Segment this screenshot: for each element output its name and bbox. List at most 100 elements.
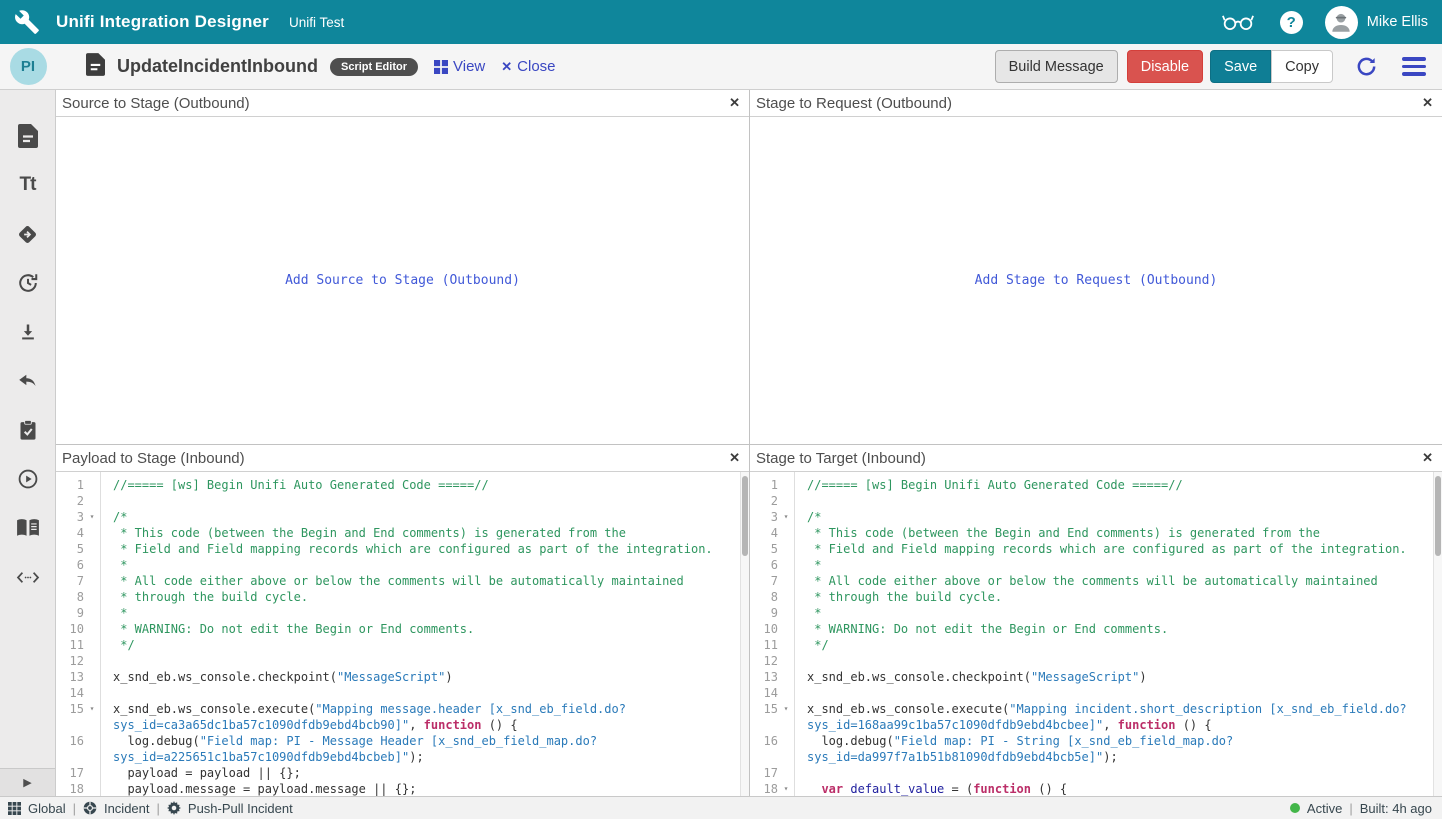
code-content[interactable] <box>794 653 1442 669</box>
code-content[interactable]: sys_id=ca3a65dc1ba57c1090dfdb9ebd4bcb90]… <box>100 717 749 733</box>
code-editor[interactable]: 1//===== [ws] Begin Unifi Auto Generated… <box>750 472 1442 796</box>
code-content[interactable]: /* <box>794 509 1442 525</box>
panel-close-icon[interactable]: ✕ <box>729 450 740 466</box>
code-line[interactable]: 13x_snd_eb.ws_console.checkpoint("Messag… <box>750 669 1442 685</box>
code-line[interactable]: 11 */ <box>56 637 749 653</box>
disable-button[interactable]: Disable <box>1127 50 1203 83</box>
vertical-scrollbar[interactable] <box>1433 472 1442 796</box>
wrench-icon[interactable] <box>14 9 40 35</box>
code-line[interactable]: 3▾/* <box>56 509 749 525</box>
panel-close-icon[interactable]: ✕ <box>729 95 740 111</box>
integration-label[interactable]: Push-Pull Incident <box>188 801 293 816</box>
scrollbar-thumb[interactable] <box>1435 476 1441 556</box>
build-message-button[interactable]: Build Message <box>995 50 1118 83</box>
fold-arrow-icon[interactable]: ▾ <box>778 701 794 717</box>
code-line[interactable]: 6 * <box>750 557 1442 573</box>
code-content[interactable]: sys_id=168aa99c1ba57c1090dfdb9ebd4bcbee]… <box>794 717 1442 733</box>
code-content[interactable]: * All code either above or below the com… <box>794 573 1442 589</box>
environment-label[interactable]: Unifi Test <box>289 15 344 30</box>
code-content[interactable] <box>100 685 749 701</box>
code-content[interactable]: x_snd_eb.ws_console.checkpoint("MessageS… <box>100 669 749 685</box>
code-line[interactable]: 14 <box>750 685 1442 701</box>
save-button[interactable]: Save <box>1210 50 1271 83</box>
code-line[interactable]: 12 <box>56 653 749 669</box>
code-line[interactable]: 9 * <box>750 605 1442 621</box>
code-content[interactable]: x_snd_eb.ws_console.execute("Mapping inc… <box>794 701 1442 717</box>
code-content[interactable]: log.debug("Field map: PI - Message Heade… <box>100 733 749 749</box>
code-content[interactable]: //===== [ws] Begin Unifi Auto Generated … <box>794 477 1442 493</box>
add-stage-to-request-link[interactable]: Add Stage to Request (Outbound) <box>975 273 1218 288</box>
code-content[interactable]: var default_value = (function () { <box>794 781 1442 796</box>
code-content[interactable]: //===== [ws] Begin Unifi Auto Generated … <box>100 477 749 493</box>
close-button[interactable]: ✕ Close <box>501 58 555 75</box>
fold-arrow-icon[interactable]: ▾ <box>84 701 100 717</box>
scrollbar-thumb[interactable] <box>742 476 748 556</box>
code-line[interactable]: 8 * through the build cycle. <box>56 589 749 605</box>
code-line[interactable]: 17 payload = payload || {}; <box>56 765 749 781</box>
clipboard-check-icon[interactable] <box>16 418 40 442</box>
code-line[interactable]: sys_id=168aa99c1ba57c1090dfdb9ebd4bcbee]… <box>750 717 1442 733</box>
copy-button[interactable]: Copy <box>1271 50 1333 83</box>
route-diamond-icon[interactable] <box>16 222 40 246</box>
code-content[interactable]: * <box>100 605 749 621</box>
code-content[interactable]: x_snd_eb.ws_console.execute("Mapping mes… <box>100 701 749 717</box>
code-content[interactable]: x_snd_eb.ws_console.checkpoint("MessageS… <box>794 669 1442 685</box>
code-content[interactable]: payload.message = payload.message || {}; <box>100 781 749 796</box>
code-line[interactable]: sys_id=ca3a65dc1ba57c1090dfdb9ebd4bcb90]… <box>56 717 749 733</box>
download-icon[interactable] <box>16 320 40 344</box>
code-line[interactable]: 10 * WARNING: Do not edit the Begin or E… <box>56 621 749 637</box>
code-line[interactable]: 14 <box>56 685 749 701</box>
code-line[interactable]: 8 * through the build cycle. <box>750 589 1442 605</box>
code-content[interactable] <box>100 653 749 669</box>
fold-arrow-icon[interactable]: ▾ <box>84 509 100 525</box>
code-line[interactable]: sys_id=da997f7a1b51b81090dfdb9ebd4bcb5e]… <box>750 749 1442 765</box>
code-line[interactable]: 1//===== [ws] Begin Unifi Auto Generated… <box>56 477 749 493</box>
user-menu[interactable]: Mike Ellis <box>1325 6 1428 39</box>
panel-close-icon[interactable]: ✕ <box>1422 95 1433 111</box>
code-line[interactable]: 7 * All code either above or below the c… <box>750 573 1442 589</box>
text-format-icon[interactable]: Tt <box>16 173 40 197</box>
view-button[interactable]: View <box>434 58 485 75</box>
code-content[interactable]: payload = payload || {}; <box>100 765 749 781</box>
code-content[interactable]: sys_id=a225651c1ba57c1090dfdb9ebd4bcbeb]… <box>100 749 749 765</box>
docs-book-icon[interactable] <box>16 516 40 540</box>
code-editor[interactable]: 1//===== [ws] Begin Unifi Auto Generated… <box>56 472 749 796</box>
code-content[interactable]: * This code (between the Begin and End c… <box>100 525 749 541</box>
target-label[interactable]: Incident <box>104 801 150 816</box>
code-line[interactable]: 7 * All code either above or below the c… <box>56 573 749 589</box>
history-update-icon[interactable] <box>16 271 40 295</box>
undo-reply-icon[interactable] <box>16 369 40 393</box>
code-line[interactable]: 4 * This code (between the Begin and End… <box>750 525 1442 541</box>
code-content[interactable]: * <box>794 557 1442 573</box>
code-line[interactable]: 4 * This code (between the Begin and End… <box>56 525 749 541</box>
code-line[interactable]: 15▾x_snd_eb.ws_console.execute("Mapping … <box>56 701 749 717</box>
code-content[interactable]: * Field and Field mapping records which … <box>100 541 749 557</box>
add-source-to-stage-link[interactable]: Add Source to Stage (Outbound) <box>285 273 520 288</box>
code-content[interactable]: log.debug("Field map: PI - String [x_snd… <box>794 733 1442 749</box>
code-content[interactable]: * WARNING: Do not edit the Begin or End … <box>100 621 749 637</box>
code-line[interactable]: 3▾/* <box>750 509 1442 525</box>
sidebar-expand-button[interactable]: ▶ <box>0 768 55 796</box>
code-line[interactable]: 11 */ <box>750 637 1442 653</box>
code-content[interactable] <box>794 685 1442 701</box>
code-line[interactable]: 18 payload.message = payload.message || … <box>56 781 749 796</box>
code-line[interactable]: 5 * Field and Field mapping records whic… <box>56 541 749 557</box>
code-content[interactable]: /* <box>100 509 749 525</box>
vertical-scrollbar[interactable] <box>740 472 749 796</box>
code-line[interactable]: 2 <box>56 493 749 509</box>
code-line[interactable]: 5 * Field and Field mapping records whic… <box>750 541 1442 557</box>
code-content[interactable] <box>100 493 749 509</box>
scope-label[interactable]: Global <box>28 801 66 816</box>
code-content[interactable]: * This code (between the Begin and End c… <box>794 525 1442 541</box>
integration-avatar[interactable]: PI <box>10 48 47 85</box>
menu-icon[interactable] <box>1402 57 1426 76</box>
play-circle-icon[interactable] <box>16 467 40 491</box>
code-line[interactable]: 16 log.debug("Field map: PI - String [x_… <box>750 733 1442 749</box>
code-line[interactable]: 2 <box>750 493 1442 509</box>
code-line[interactable]: 1//===== [ws] Begin Unifi Auto Generated… <box>750 477 1442 493</box>
code-content[interactable]: * <box>794 605 1442 621</box>
script-document-icon[interactable] <box>16 124 40 148</box>
code-content[interactable]: * All code either above or below the com… <box>100 573 749 589</box>
code-content[interactable]: sys_id=da997f7a1b51b81090dfdb9ebd4bcb5e]… <box>794 749 1442 765</box>
code-content[interactable]: * WARNING: Do not edit the Begin or End … <box>794 621 1442 637</box>
